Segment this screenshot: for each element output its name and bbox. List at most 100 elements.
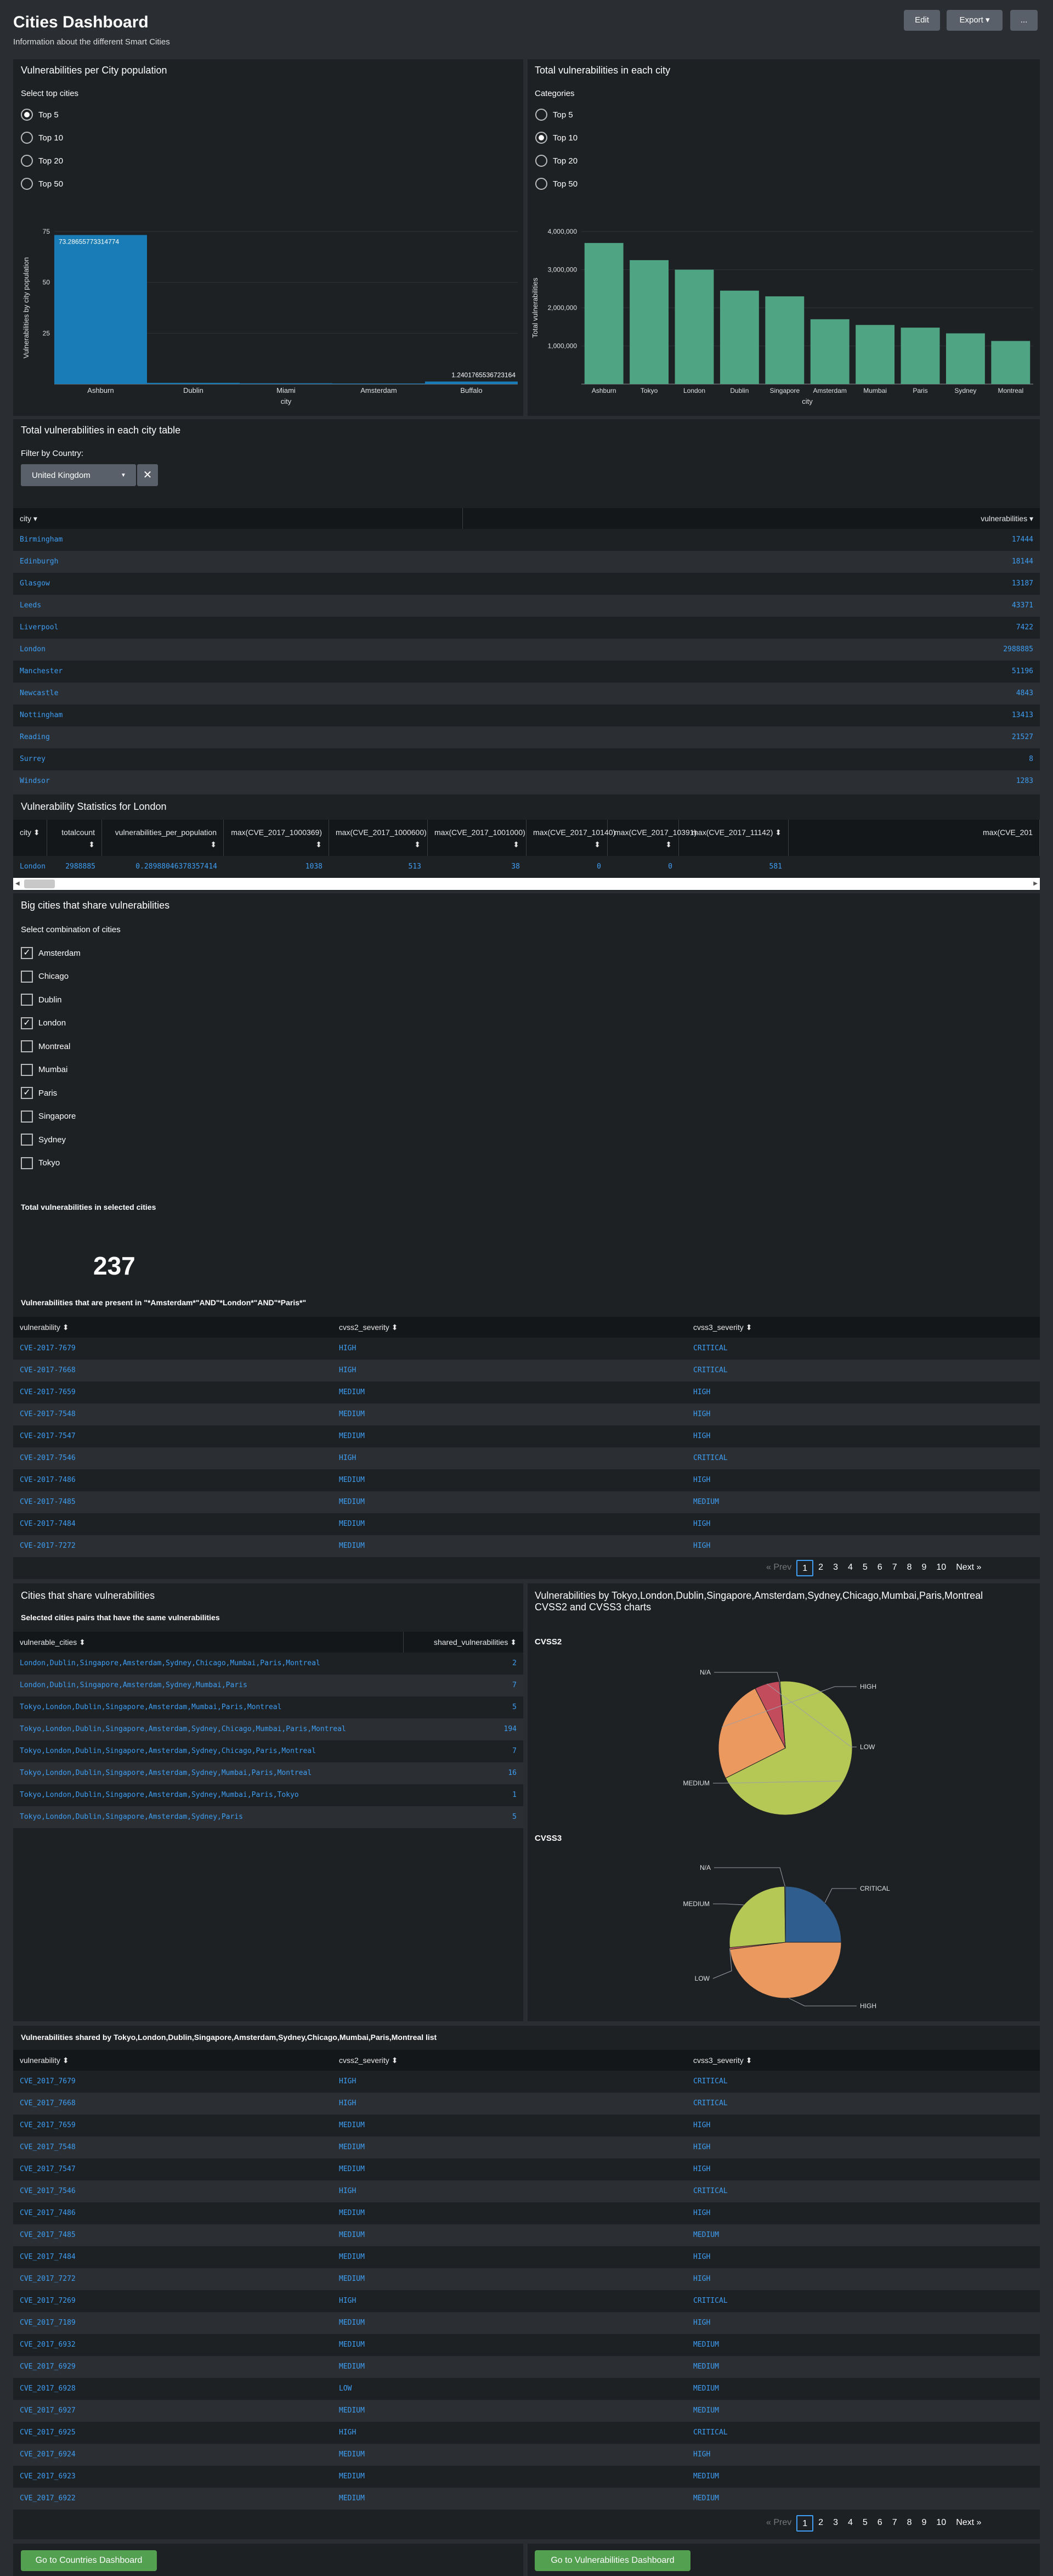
col-header[interactable]: vulnerability ⬍ [13, 1317, 332, 1338]
checkbox-dublin[interactable]: Dublin [21, 994, 62, 1006]
scroll-left-icon[interactable]: ◀ [15, 881, 20, 887]
table-row[interactable]: CVE-2017-7272 MEDIUM HIGH [13, 1535, 1040, 1557]
table-row[interactable]: CVE_2017_6923 MEDIUM MEDIUM [13, 2466, 1040, 2488]
page-2[interactable]: 2 [813, 2515, 828, 2532]
city-cell[interactable]: Newcastle [13, 683, 463, 704]
stats-col[interactable]: max(CVE_2017_10391) ⬍ [608, 820, 697, 856]
city-cell[interactable]: Edinburgh [13, 551, 463, 573]
table-row[interactable]: London,Dublin,Singapore,Amsterdam,Sydney… [13, 1675, 523, 1696]
edit-button[interactable]: Edit [904, 10, 940, 31]
export-button[interactable]: Export ▾ [947, 10, 1003, 31]
city-cell[interactable]: Leeds [13, 595, 463, 617]
city-cell[interactable]: Glasgow [13, 573, 463, 595]
page-1[interactable]: 1 [796, 1560, 814, 1576]
table-row[interactable]: CVE_2017_7659 MEDIUM HIGH [13, 2115, 1040, 2137]
checkbox-box[interactable] [21, 1063, 33, 1076]
prev-button[interactable]: « Prev [761, 1560, 796, 1576]
checkbox-box[interactable] [21, 1110, 33, 1123]
city-cell[interactable]: Reading [13, 726, 463, 748]
page-6[interactable]: 6 [873, 2515, 887, 2532]
table-row[interactable]: CVE_2017_7484 MEDIUM HIGH [13, 2246, 1040, 2268]
city-cell[interactable]: Nottingham [13, 704, 463, 726]
table-row[interactable]: Surrey 8 [13, 748, 1040, 770]
col-header[interactable]: cvss2_severity ⬍ [332, 1317, 687, 1338]
country-dropdown[interactable]: United Kingdom ▼ [21, 464, 136, 486]
more-button[interactable]: ... [1010, 10, 1038, 31]
checkbox-amsterdam[interactable]: ✓ Amsterdam [21, 947, 81, 959]
radio-circle[interactable] [535, 109, 547, 121]
checkbox-sydney[interactable]: Sydney [21, 1134, 66, 1146]
table-row[interactable]: CVE_2017_7548 MEDIUM HIGH [13, 2137, 1040, 2158]
stats-col[interactable]: city ⬍ [13, 820, 47, 856]
prev-button[interactable]: « Prev [761, 2515, 796, 2532]
col-header[interactable]: cvss3_severity ⬍ [687, 2050, 1040, 2071]
table-row[interactable]: CVE-2017-7548 MEDIUM HIGH [13, 1403, 1040, 1425]
table-row[interactable]: CVE_2017_6924 MEDIUM HIGH [13, 2444, 1040, 2466]
stats-col[interactable]: max(CVE_2017_1000369) ⬍ [224, 820, 329, 856]
radio-circle[interactable] [21, 109, 33, 121]
page-9[interactable]: 9 [917, 1560, 932, 1576]
radio-top-20[interactable]: Top 20 [21, 155, 63, 167]
table-row[interactable]: CVE-2017-7546 HIGH CRITICAL [13, 1447, 1040, 1469]
checkbox-box[interactable]: ✓ [21, 1087, 33, 1099]
table-row[interactable]: CVE_2017_7485 MEDIUM MEDIUM [13, 2224, 1040, 2246]
checkbox-box[interactable] [21, 1134, 33, 1146]
col-vulnerabilities[interactable]: vulnerabilities ▾ [463, 508, 1040, 529]
horizontal-scrollbar[interactable]: ◀ ▶ [13, 878, 1040, 890]
table-row[interactable]: CVE_2017_6922 MEDIUM MEDIUM [13, 2488, 1040, 2510]
table-row[interactable]: CVE-2017-7668 HIGH CRITICAL [13, 1360, 1040, 1382]
stats-col[interactable]: max(CVE_2017_1000600) ⬍ [329, 820, 428, 856]
stats-cell[interactable]: London [13, 856, 47, 878]
page-5[interactable]: 5 [858, 1560, 873, 1576]
checkbox-box[interactable]: ✓ [21, 947, 33, 959]
table-row[interactable]: CVE_2017_6929 MEDIUM MEDIUM [13, 2356, 1040, 2378]
radio-circle[interactable] [21, 178, 33, 190]
table-row[interactable]: Glasgow 13187 [13, 573, 1040, 595]
stats-col[interactable]: vulnerabilities_per_population ⬍ [102, 820, 224, 856]
table-row[interactable]: CVE-2017-7484 MEDIUM HIGH [13, 1513, 1040, 1535]
stats-col[interactable]: max(CVE_201 [789, 820, 1040, 856]
radio-top-10[interactable]: Top 10 [21, 132, 63, 144]
table-row[interactable]: Tokyo,London,Dublin,Singapore,Amsterdam,… [13, 1740, 523, 1762]
col-header[interactable]: cvss3_severity ⬍ [687, 1317, 1040, 1338]
page-3[interactable]: 3 [828, 1560, 843, 1576]
checkbox-box[interactable]: ✓ [21, 1017, 33, 1029]
scrollbar-thumb[interactable] [24, 880, 55, 888]
radio-circle[interactable] [21, 132, 33, 144]
table-row[interactable]: CVE_2017_6932 MEDIUM MEDIUM [13, 2334, 1040, 2356]
radio-circle[interactable] [21, 155, 33, 167]
page-6[interactable]: 6 [873, 1560, 887, 1576]
table-row[interactable]: London 2988885 [13, 639, 1040, 661]
table-row[interactable]: CVE-2017-7659 MEDIUM HIGH [13, 1382, 1040, 1403]
radio-top-20[interactable]: Top 20 [535, 155, 578, 167]
checkbox-tokyo[interactable]: Tokyo [21, 1157, 60, 1169]
table-row[interactable]: Tokyo,London,Dublin,Singapore,Amsterdam,… [13, 1718, 523, 1740]
page-8[interactable]: 8 [902, 1560, 917, 1576]
checkbox-paris[interactable]: ✓ Paris [21, 1087, 57, 1099]
table-row[interactable]: Tokyo,London,Dublin,Singapore,Amsterdam,… [13, 1696, 523, 1718]
table-row[interactable]: Liverpool 7422 [13, 617, 1040, 639]
radio-top-10[interactable]: Top 10 [535, 132, 578, 144]
table-row[interactable]: CVE-2017-7547 MEDIUM HIGH [13, 1425, 1040, 1447]
table-row[interactable]: CVE_2017_7679 HIGH CRITICAL [13, 2071, 1040, 2093]
table-row[interactable]: Tokyo,London,Dublin,Singapore,Amsterdam,… [13, 1762, 523, 1784]
table-row[interactable]: CVE_2017_7668 HIGH CRITICAL [13, 2093, 1040, 2115]
page-4[interactable]: 4 [843, 1560, 858, 1576]
table-row[interactable]: Tokyo,London,Dublin,Singapore,Amsterdam,… [13, 1784, 523, 1806]
table-row[interactable]: Reading 21527 [13, 726, 1040, 748]
table-row[interactable]: CVE_2017_7486 MEDIUM HIGH [13, 2202, 1040, 2224]
city-cell[interactable]: Surrey [13, 748, 463, 770]
page-10[interactable]: 10 [931, 2515, 951, 2532]
city-cell[interactable]: Windsor [13, 770, 463, 792]
table-row[interactable]: Windsor 1283 [13, 770, 1040, 792]
page-10[interactable]: 10 [931, 1560, 951, 1576]
stats-col[interactable]: max(CVE_2017_10140) ⬍ [526, 820, 615, 856]
stats-col[interactable]: max(CVE_2017_1001000) ⬍ [428, 820, 526, 856]
clear-filter-icon[interactable]: ✕ [137, 464, 158, 486]
stats-col[interactable]: max(CVE_2017_11142) ⬍ [679, 820, 789, 856]
stats-col[interactable]: totalcount ⬍ [47, 820, 102, 856]
city-cell[interactable]: Liverpool [13, 617, 463, 639]
checkbox-box[interactable] [21, 994, 33, 1006]
page-3[interactable]: 3 [828, 2515, 843, 2532]
table-row[interactable]: CVE-2017-7485 MEDIUM MEDIUM [13, 1491, 1040, 1513]
